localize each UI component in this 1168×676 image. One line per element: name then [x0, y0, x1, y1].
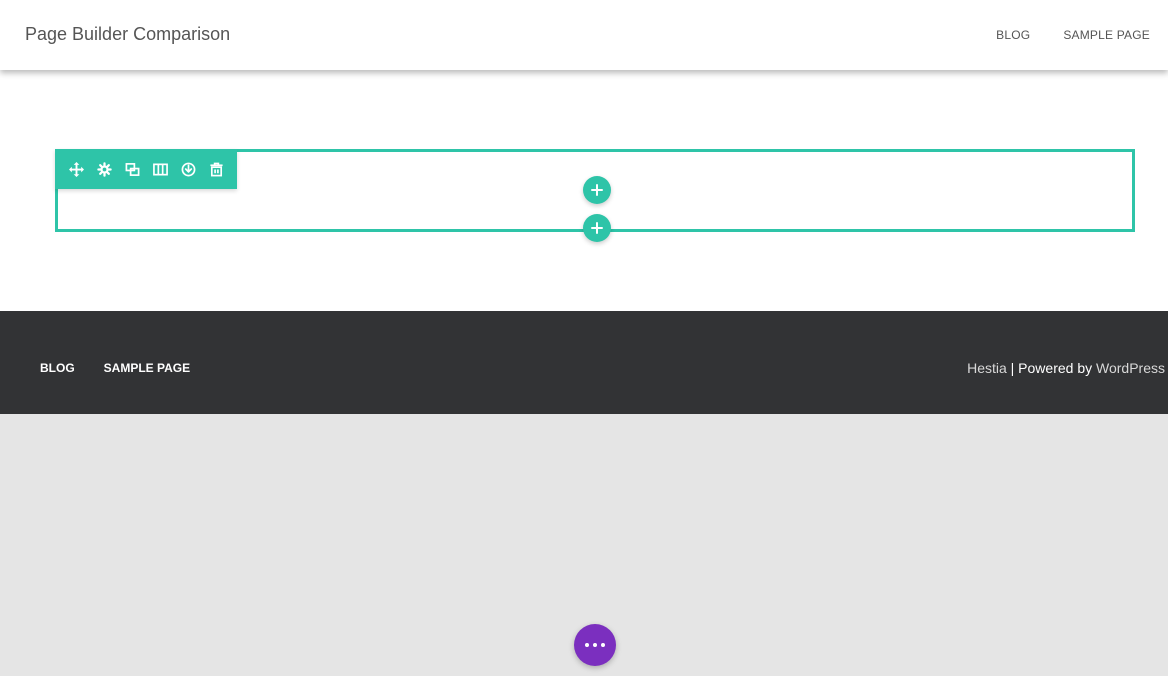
- footer-copyright: Hestia | Powered by WordPress: [967, 360, 1165, 376]
- move-icon[interactable]: [65, 158, 87, 180]
- settings-icon[interactable]: [93, 158, 115, 180]
- copyright-separator: | Powered by: [1006, 360, 1097, 376]
- wordpress-link[interactable]: WordPress: [1096, 360, 1165, 376]
- site-title[interactable]: Page Builder Comparison: [25, 24, 230, 45]
- hestia-link[interactable]: Hestia: [967, 360, 1007, 376]
- more-dots-icon: [583, 643, 607, 647]
- nav-sample-page[interactable]: SAMPLE PAGE: [1063, 28, 1150, 42]
- footer-nav-blog[interactable]: BLOG: [40, 361, 75, 375]
- page-content: [0, 70, 1168, 311]
- builder-menu-button[interactable]: [574, 624, 616, 666]
- add-row-button[interactable]: [583, 176, 611, 204]
- duplicate-icon[interactable]: [121, 158, 143, 180]
- save-icon[interactable]: [177, 158, 199, 180]
- builder-section[interactable]: [55, 149, 1135, 242]
- nav-blog[interactable]: BLOG: [996, 28, 1030, 42]
- site-footer: BLOG SAMPLE PAGE Hestia | Powered by Wor…: [0, 311, 1168, 414]
- plus-icon: [591, 222, 603, 234]
- add-section-button[interactable]: [583, 214, 611, 242]
- plus-icon: [591, 184, 603, 196]
- site-header: Page Builder Comparison BLOG SAMPLE PAGE: [0, 0, 1168, 70]
- footer-nav: BLOG SAMPLE PAGE: [40, 361, 190, 375]
- footer-nav-sample-page[interactable]: SAMPLE PAGE: [104, 361, 190, 375]
- primary-nav: BLOG SAMPLE PAGE: [996, 28, 1150, 42]
- columns-icon[interactable]: [149, 158, 171, 180]
- section-toolbar: [55, 149, 237, 189]
- delete-icon[interactable]: [205, 158, 227, 180]
